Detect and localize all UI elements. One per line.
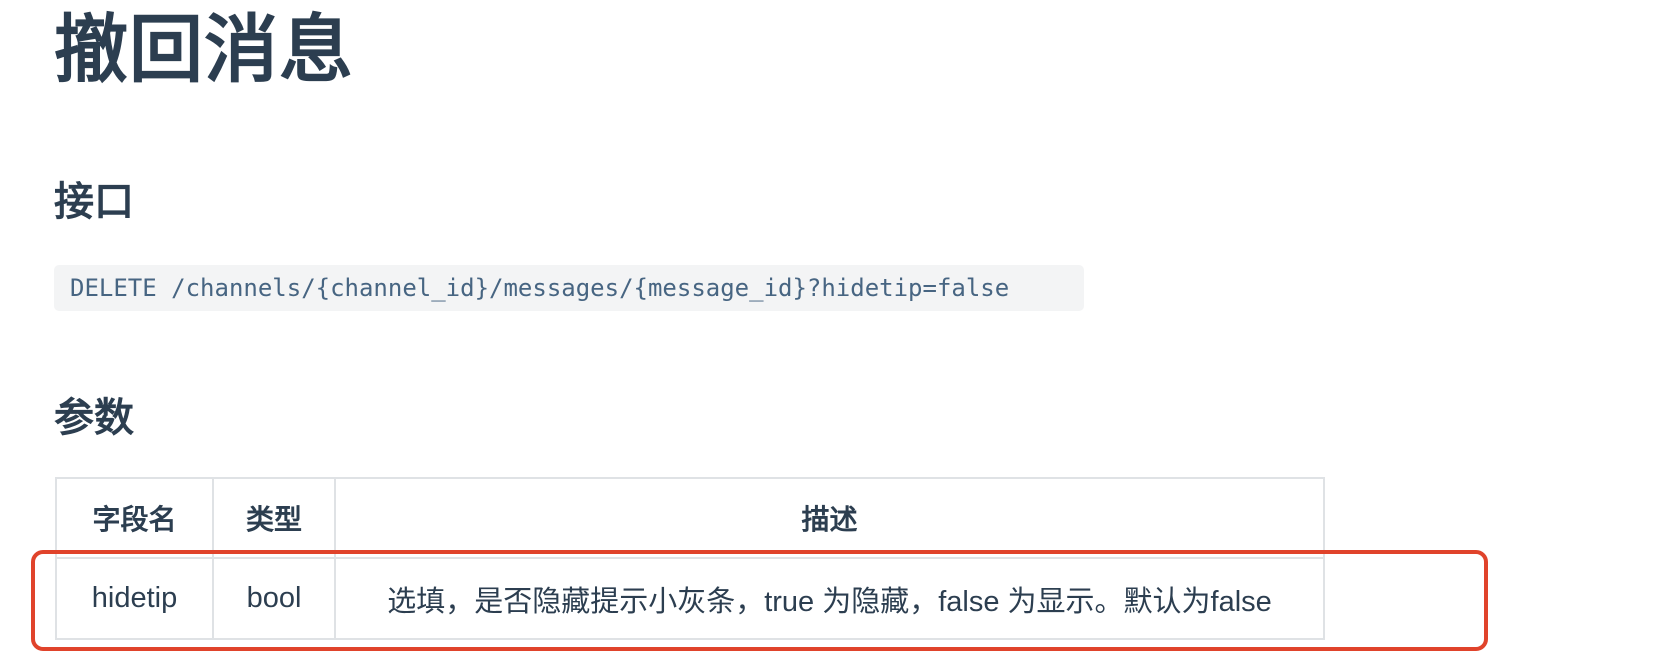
column-header-description: 描述 bbox=[334, 477, 1325, 559]
page-title: 撤回消息 bbox=[54, 8, 354, 91]
column-header-field-name: 字段名 bbox=[55, 477, 214, 559]
column-header-type: 类型 bbox=[212, 477, 336, 559]
table-header-row: 字段名 类型 描述 bbox=[55, 477, 1325, 559]
params-table: 字段名 类型 描述 hidetip bool 选填，是否隐藏提示小灰条，true… bbox=[55, 477, 1325, 640]
cell-description: 选填，是否隐藏提示小灰条，true 为隐藏，false 为显示。默认为false bbox=[334, 557, 1325, 640]
endpoint-heading: 接口 bbox=[54, 180, 134, 224]
params-heading: 参数 bbox=[54, 396, 134, 440]
table-row: hidetip bool 选填，是否隐藏提示小灰条，true 为隐藏，false… bbox=[55, 557, 1325, 640]
cell-field-name: hidetip bbox=[55, 557, 214, 640]
cell-type: bool bbox=[212, 557, 336, 640]
endpoint-code: DELETE /channels/{channel_id}/messages/{… bbox=[54, 265, 1084, 311]
